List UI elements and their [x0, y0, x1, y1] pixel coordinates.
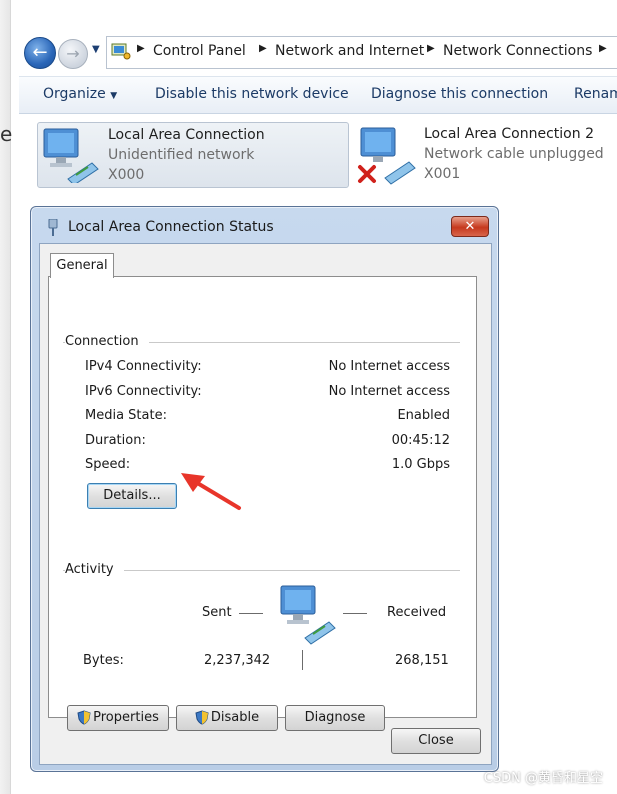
disable-device-button[interactable]: Disable this network device	[155, 86, 349, 102]
disable-label: Disable	[210, 710, 260, 725]
activity-group-label: Activity	[65, 562, 124, 577]
speed-label: Speed:	[85, 457, 131, 472]
diagnose-connection-button[interactable]: Diagnose this connection	[371, 86, 548, 102]
chevron-down-icon[interactable]: ▼	[92, 44, 100, 55]
connection-device: X001	[424, 166, 461, 182]
breadcrumb-separator[interactable]: ▶	[259, 43, 267, 54]
breadcrumb-control-panel[interactable]: Control Panel	[153, 43, 246, 59]
ipv6-connectivity-value: No Internet access	[328, 384, 450, 399]
speed-value: 1.0 Gbps	[391, 457, 450, 472]
navigation-bar: ← → ▼ ▶ Control Panel ▶ Network and Inte…	[14, 30, 617, 76]
connection-group-label: Connection	[65, 334, 149, 349]
organize-label: Organize	[43, 86, 106, 102]
rename-button[interactable]: Renam	[574, 86, 617, 102]
connection-tile-lan2[interactable]: Local Area Connection 2 Network cable un…	[355, 122, 617, 186]
received-line	[343, 613, 367, 614]
ipv4-connectivity-value: No Internet access	[328, 359, 450, 374]
dialog-title: Local Area Connection Status	[68, 219, 274, 235]
connection-tile-lan1[interactable]: Local Area Connection Unidentified netwo…	[37, 122, 349, 188]
general-tab-panel: Connection IPv4 Connectivity: No Interne…	[48, 276, 477, 731]
address-bar[interactable]: ▶ Control Panel ▶ Network and Internet ▶…	[106, 36, 617, 69]
connection-status: Network cable unplugged	[424, 146, 604, 162]
details-button[interactable]: Details...	[87, 483, 177, 509]
properties-label: Properties	[93, 710, 159, 725]
dialog-body: General Connection IPv4 Connectivity: No…	[39, 243, 492, 765]
sent-label: Sent	[202, 605, 232, 620]
disable-button[interactable]: Disable	[176, 705, 278, 731]
close-button[interactable]: Close	[391, 728, 481, 754]
left-edge-glyph: e	[0, 122, 13, 146]
duration-value: 00:45:12	[391, 433, 450, 448]
media-state-label: Media State:	[85, 408, 167, 423]
organize-button[interactable]: Organize ▼	[43, 86, 117, 102]
close-icon[interactable]: ✕	[451, 216, 489, 237]
shield-icon	[77, 710, 91, 725]
bytes-divider	[302, 650, 303, 670]
received-label: Received	[387, 605, 447, 620]
bytes-received-value: 268,151	[395, 653, 449, 668]
bytes-label: Bytes:	[83, 653, 124, 668]
bytes-sent-value: 2,237,342	[204, 653, 271, 668]
unplugged-x-icon	[358, 165, 376, 183]
breadcrumb-network-connections[interactable]: Network Connections	[443, 43, 592, 59]
ipv6-connectivity-label: IPv6 Connectivity:	[85, 384, 202, 399]
duration-label: Duration:	[85, 433, 146, 448]
shield-icon	[195, 710, 209, 725]
chevron-down-icon: ▼	[110, 91, 118, 101]
control-panel-icon	[111, 43, 131, 60]
command-bar: Organize ▼ Disable this network device D…	[19, 76, 617, 114]
breadcrumb-separator[interactable]: ▶	[427, 43, 435, 54]
connection-status: Unidentified network	[108, 147, 255, 163]
back-arrow-icon[interactable]: ←	[24, 37, 56, 69]
connection-name: Local Area Connection	[108, 127, 265, 143]
media-state-value: Enabled	[397, 408, 450, 423]
sent-line	[239, 613, 263, 614]
watermark: CSDN @黄昏和星空	[483, 771, 603, 786]
connection-name: Local Area Connection 2	[424, 126, 594, 142]
diagnose-button[interactable]: Diagnose	[285, 705, 385, 731]
tab-general[interactable]: General	[50, 253, 114, 278]
ipv4-connectivity-label: IPv4 Connectivity:	[85, 359, 202, 374]
network-adapter-icon	[43, 128, 99, 183]
properties-button[interactable]: Properties	[67, 705, 169, 731]
network-plug-icon	[48, 219, 58, 236]
breadcrumb-separator[interactable]: ▶	[137, 43, 145, 54]
status-dialog: Local Area Connection Status ✕ General C…	[30, 206, 499, 772]
activity-network-icon	[280, 585, 336, 645]
breadcrumb-network-and-internet[interactable]: Network and Internet	[275, 43, 424, 59]
breadcrumb-separator[interactable]: ▶	[599, 43, 607, 54]
forward-arrow-icon[interactable]: →	[58, 39, 88, 69]
red-arrow-annotation	[181, 473, 241, 510]
connection-device: X000	[108, 167, 145, 183]
left-window-edge	[0, 0, 11, 794]
